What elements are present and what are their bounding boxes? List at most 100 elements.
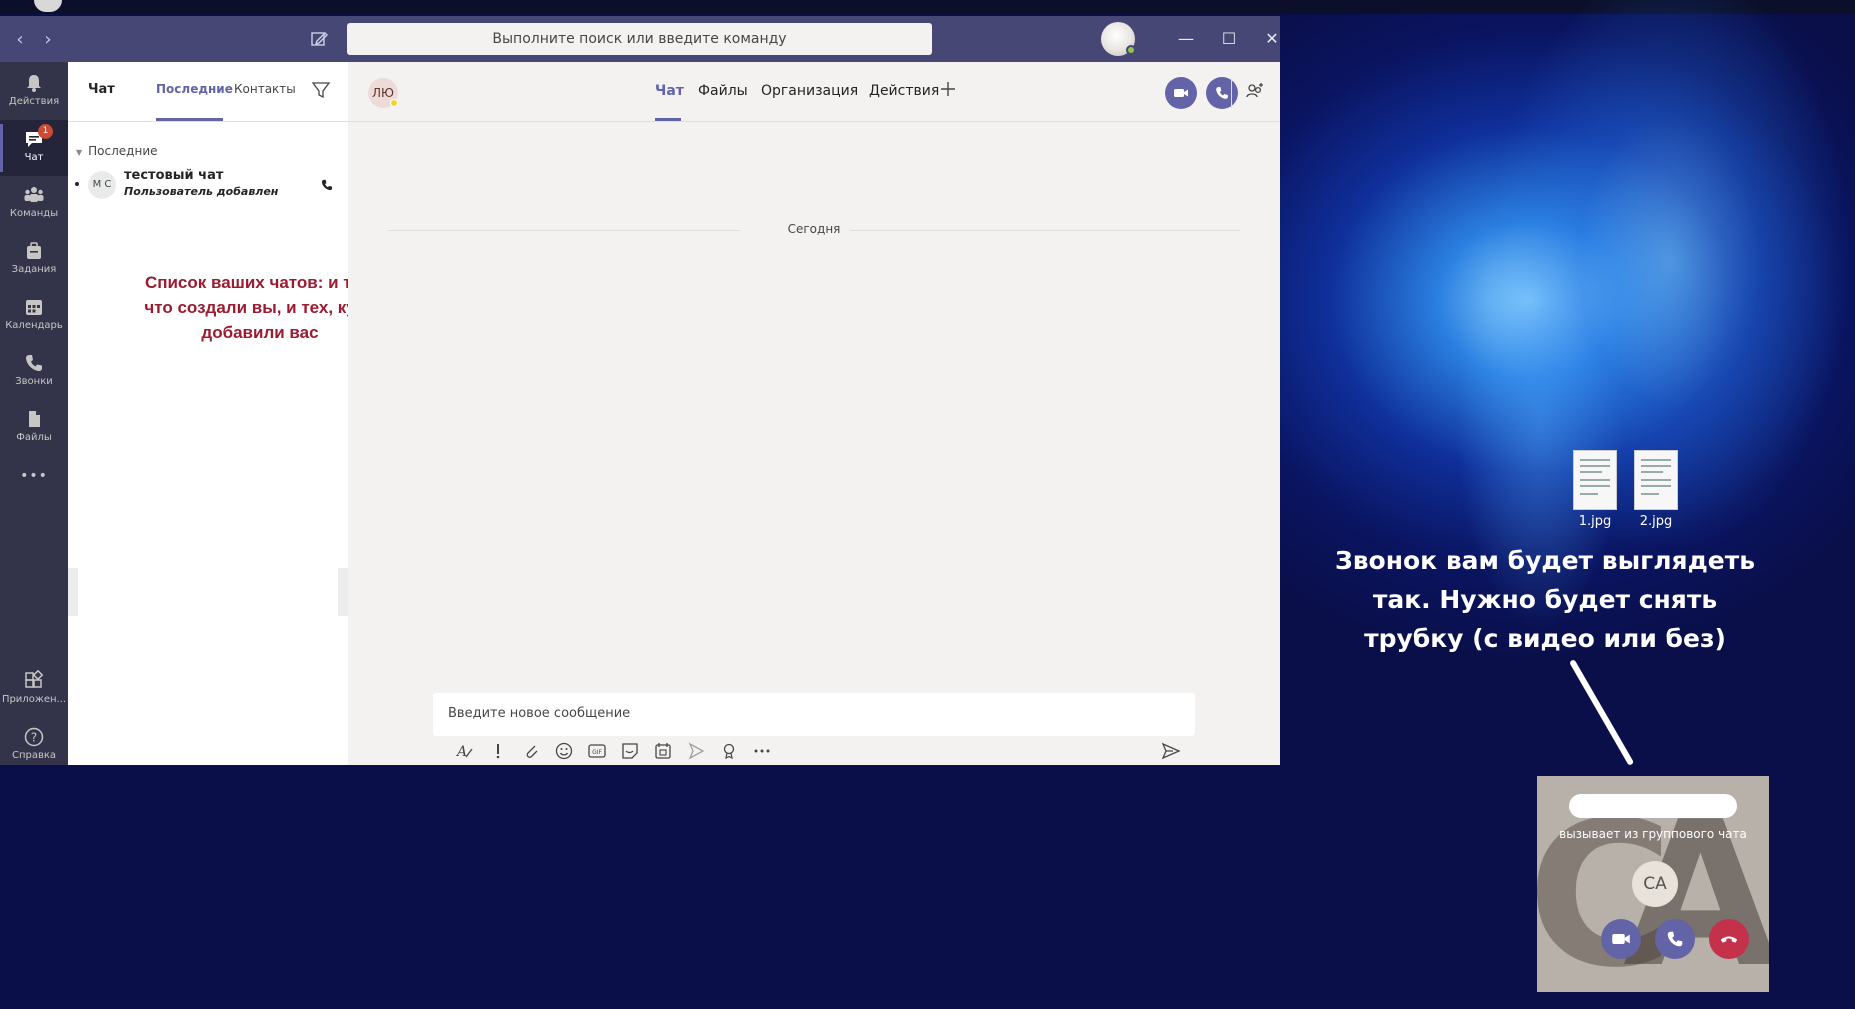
teams-icon bbox=[24, 187, 44, 202]
rail-label: Справка bbox=[11, 750, 57, 761]
compose-icon[interactable] bbox=[308, 28, 330, 50]
avatar-initials: ЛЮ bbox=[372, 86, 394, 100]
maximize-button[interactable]: ☐ bbox=[1218, 28, 1240, 50]
format-icon[interactable]: A bbox=[454, 740, 476, 762]
video-call-button[interactable] bbox=[1165, 77, 1197, 109]
active-tab-indicator bbox=[655, 118, 681, 121]
header-divider bbox=[1231, 78, 1232, 108]
close-button[interactable]: ✕ bbox=[1261, 28, 1280, 50]
rail-label: Чат bbox=[24, 152, 44, 163]
schedule-meeting-icon[interactable] bbox=[652, 740, 674, 762]
app-rail: Действия Чат 1 Команды Задания Календарь… bbox=[0, 62, 68, 765]
rail-label: Приложен... bbox=[1, 694, 67, 705]
filter-icon[interactable] bbox=[311, 80, 331, 100]
conversation-panel: ЛЮ Чат Файлы Организация Действия Сегодн… bbox=[348, 62, 1280, 765]
section-recent[interactable]: ▼ Последние bbox=[76, 144, 158, 158]
rail-label: Звонки bbox=[15, 376, 53, 387]
call-in-progress-icon bbox=[321, 179, 333, 191]
desktop-file-2[interactable]: 2.jpg bbox=[1630, 450, 1682, 536]
audio-call-button[interactable] bbox=[1206, 77, 1238, 109]
important-icon[interactable] bbox=[487, 740, 509, 762]
file-name: 1.jpg bbox=[1578, 514, 1612, 529]
tab-activity[interactable]: Действия bbox=[869, 83, 939, 99]
accept-video-button[interactable] bbox=[1601, 919, 1641, 959]
rail-label: Файлы bbox=[16, 432, 52, 443]
rail-item-calendar[interactable]: Календарь bbox=[0, 288, 68, 344]
chat-name: тестовый чат bbox=[124, 168, 224, 183]
gif-icon[interactable]: GIF bbox=[586, 740, 608, 762]
forward-icon[interactable]: › bbox=[38, 29, 58, 50]
presence-dot bbox=[1126, 45, 1136, 55]
caller-avatar: CA bbox=[1632, 861, 1678, 907]
active-tab-indicator bbox=[156, 118, 223, 121]
back-icon[interactable]: ‹ bbox=[10, 29, 30, 50]
calendar-icon bbox=[26, 300, 42, 315]
chevron-down-icon: ▼ bbox=[76, 148, 83, 157]
send-icon[interactable] bbox=[1160, 740, 1182, 762]
tab-contacts[interactable]: Контакты bbox=[234, 82, 296, 96]
desktop-file-1[interactable]: 1.jpg bbox=[1569, 450, 1621, 536]
search-input[interactable]: Выполните поиск или введите команду bbox=[347, 23, 932, 55]
more-icon: ••• bbox=[20, 468, 48, 484]
caller-name-redacted bbox=[1569, 794, 1737, 818]
help-icon: ? bbox=[24, 727, 44, 747]
group-avatar: М С bbox=[88, 171, 116, 199]
phone-icon bbox=[1667, 931, 1683, 947]
rail-item-chat[interactable]: Чат 1 bbox=[0, 120, 68, 176]
emoji-icon[interactable] bbox=[553, 740, 575, 762]
chat-list-item[interactable]: М С тестовый чат Пользователь добавлен bbox=[68, 162, 348, 208]
rail-item-files[interactable]: Файлы bbox=[0, 400, 68, 456]
bell-icon bbox=[27, 75, 41, 92]
date-divider: Сегодня bbox=[348, 222, 1280, 236]
chat-list-panel: Чат Последние Контакты ▼ Последние М С те… bbox=[68, 62, 376, 765]
rail-item-activity[interactable]: Действия bbox=[0, 64, 68, 120]
scroll-stub-right bbox=[338, 568, 348, 616]
presence-dot bbox=[390, 99, 398, 107]
stream-icon[interactable] bbox=[685, 740, 707, 762]
conversation-header: ЛЮ Чат Файлы Организация Действия bbox=[348, 62, 1280, 122]
svg-text:GIF: GIF bbox=[592, 749, 602, 756]
teams-window: ‹ › Выполните поиск или введите команду … bbox=[0, 16, 1280, 765]
title-bar: ‹ › Выполните поиск или введите команду … bbox=[0, 16, 1280, 62]
sticker-icon[interactable] bbox=[619, 740, 641, 762]
rail-label: Команды bbox=[9, 208, 59, 219]
rail-item-calls[interactable]: Звонки bbox=[0, 344, 68, 400]
phone-icon bbox=[26, 355, 42, 371]
tab-recent[interactable]: Последние bbox=[156, 82, 233, 96]
praise-icon[interactable] bbox=[718, 740, 740, 762]
rail-item-help[interactable]: ? Справка bbox=[0, 718, 68, 765]
rail-item-more[interactable]: ••• bbox=[0, 458, 68, 514]
attach-icon[interactable] bbox=[520, 740, 542, 762]
decline-call-button[interactable] bbox=[1709, 919, 1749, 959]
video-icon bbox=[1612, 934, 1630, 944]
chat-avatar[interactable]: ЛЮ bbox=[368, 78, 398, 108]
svg-text:A: A bbox=[455, 744, 467, 760]
tab-chat[interactable]: Чат bbox=[655, 83, 684, 99]
add-tab-icon[interactable] bbox=[937, 78, 959, 100]
more-options-icon[interactable] bbox=[751, 740, 773, 762]
scroll-stub-left bbox=[68, 568, 78, 616]
rail-label: Задания bbox=[11, 264, 57, 275]
hang-up-icon bbox=[1720, 936, 1738, 943]
tab-organization[interactable]: Организация bbox=[761, 83, 858, 99]
profile-avatar[interactable] bbox=[1101, 22, 1136, 56]
accept-audio-button[interactable] bbox=[1655, 919, 1695, 959]
svg-text:?: ? bbox=[31, 731, 37, 745]
incoming-call-popup: C A вызывает из группового чата CA bbox=[1537, 776, 1769, 992]
unread-dot bbox=[75, 182, 79, 186]
chat-list-header: Чат Последние Контакты bbox=[68, 62, 348, 122]
assignments-icon bbox=[27, 242, 41, 259]
minimize-button[interactable]: — bbox=[1175, 28, 1197, 50]
message-input[interactable]: Введите новое сообщение bbox=[448, 706, 630, 721]
image-file-icon bbox=[1573, 450, 1617, 510]
tab-files[interactable]: Файлы bbox=[698, 83, 748, 99]
section-label: Последние bbox=[88, 144, 158, 158]
rail-item-assignments[interactable]: Задания bbox=[0, 232, 68, 288]
rail-label: Календарь bbox=[5, 320, 63, 331]
video-icon bbox=[1174, 89, 1188, 97]
rail-item-apps[interactable]: Приложен... bbox=[0, 662, 68, 718]
people-icon[interactable] bbox=[1244, 80, 1266, 102]
message-compose-box[interactable]: Введите новое сообщение bbox=[433, 693, 1195, 736]
rail-label: Действия bbox=[8, 96, 60, 107]
rail-item-teams[interactable]: Команды bbox=[0, 176, 68, 232]
